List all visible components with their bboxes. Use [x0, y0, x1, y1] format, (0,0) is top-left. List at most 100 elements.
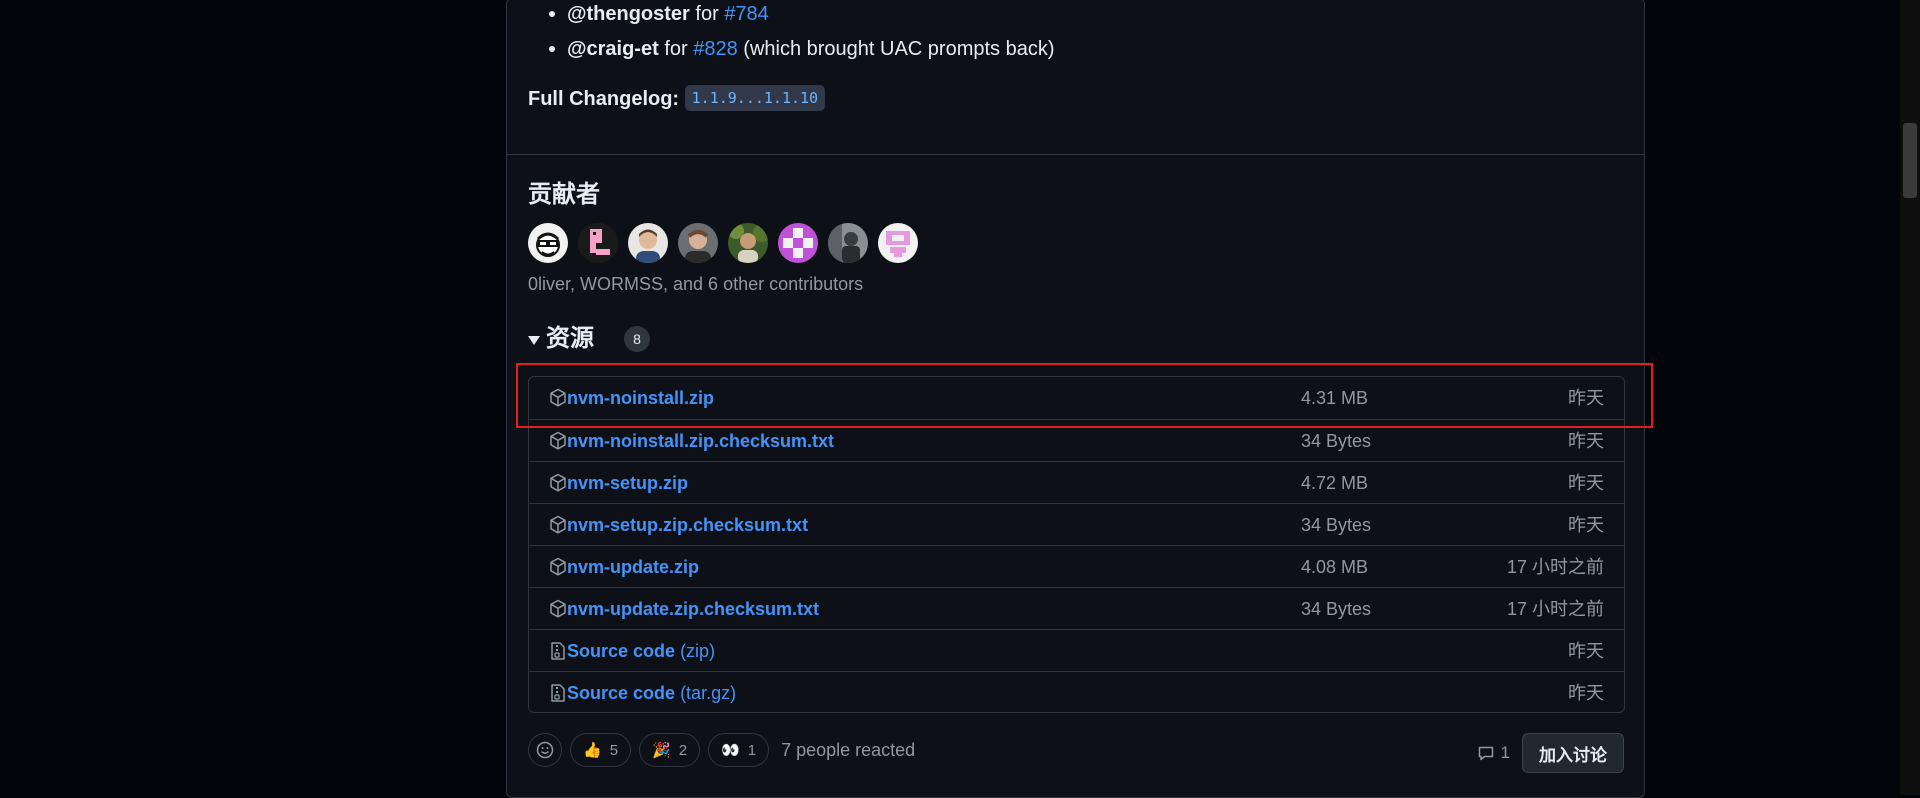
issue-link[interactable]: #784 — [724, 3, 769, 25]
asset-size: 4.31 MB — [1301, 388, 1369, 408]
avatar[interactable] — [578, 223, 618, 263]
full-changelog: Full Changelog: 1.1.9...1.1.10 — [528, 85, 826, 113]
party-popper-icon: 🎉 — [652, 741, 671, 759]
asset-date: 昨天 — [1568, 515, 1604, 535]
mention-connector: for — [664, 38, 688, 60]
asset-size: 34 Bytes — [1301, 599, 1372, 619]
asset-row: nvm-noinstall.zip 4.31 MB 昨天 — [529, 377, 1624, 419]
eyes-icon: 👀 — [721, 741, 740, 759]
reaction-eyes[interactable]: 👀 1 — [708, 733, 770, 767]
asset-row: Source code (zip) 昨天 — [529, 629, 1624, 671]
smiley-icon — [536, 741, 554, 759]
comment-icon — [1478, 746, 1493, 761]
package-icon — [549, 515, 567, 535]
mention-connector: for — [695, 3, 719, 25]
changelog-range-link[interactable]: 1.1.9...1.1.10 — [684, 85, 826, 111]
asset-download-link[interactable]: nvm-update.zip.checksum.txt — [567, 597, 819, 621]
asset-download-link[interactable]: nvm-setup.zip — [567, 471, 688, 495]
asset-size: 4.72 MB — [1301, 473, 1369, 493]
asset-download-link[interactable]: nvm-noinstall.zip — [567, 386, 714, 410]
reactions-bar: 👍 5 🎉 2 👀 1 7 people reacted — [528, 733, 915, 767]
asset-name: nvm-setup.zip.checksum.txt — [567, 515, 809, 535]
assets-list: nvm-noinstall.zip 4.31 MB 昨天 nvm-noinstall.… — [528, 376, 1625, 713]
asset-name: nvm-setup.zip — [567, 473, 689, 493]
asset-download-link[interactable]: nvm-setup.zip.checksum.txt — [567, 513, 808, 537]
mention-note: (which brought UAC prompts back) — [743, 38, 1055, 60]
asset-date: 昨天 — [1568, 431, 1604, 451]
asset-date: 昨天 — [1568, 683, 1604, 703]
reactions-summary: 7 people reacted — [781, 739, 916, 760]
reaction-count: 2 — [678, 741, 688, 759]
package-icon — [549, 473, 567, 493]
asset-name: nvm-update.zip — [567, 557, 700, 577]
avatar[interactable] — [828, 223, 868, 263]
file-zip-icon — [549, 683, 567, 703]
bullet — [549, 46, 555, 52]
avatar[interactable] — [878, 223, 918, 263]
changelog-label: Full Changelog: — [528, 88, 680, 110]
reaction-hooray[interactable]: 🎉 2 — [639, 733, 701, 767]
join-discussion-button[interactable]: 加入讨论 — [1522, 733, 1624, 773]
assets-toggle[interactable]: 资源 8 — [528, 323, 650, 355]
asset-name: nvm-noinstall.zip.checksum.txt — [567, 431, 835, 451]
asset-download-link[interactable]: nvm-noinstall.zip.checksum.txt — [567, 429, 834, 453]
asset-size: 34 Bytes — [1301, 515, 1372, 535]
asset-date: 昨天 — [1568, 641, 1604, 661]
asset-download-link[interactable]: Source code (tar.gz) — [567, 681, 736, 705]
asset-row: nvm-setup.zip 4.72 MB 昨天 — [529, 461, 1624, 503]
mention-item: @thengoster for #784 — [549, 1, 769, 27]
file-zip-icon — [549, 641, 567, 661]
asset-row: nvm-update.zip.checksum.txt 34 Bytes 17 小时… — [529, 587, 1624, 629]
discussion-area: 1 加入讨论 — [1477, 733, 1624, 773]
asset-size: 34 Bytes — [1301, 431, 1372, 451]
add-reaction-button[interactable] — [528, 733, 562, 767]
caret-down-icon — [528, 336, 540, 345]
comment-count: 1 — [1500, 743, 1510, 762]
asset-download-link[interactable]: Source code (zip) — [567, 639, 715, 663]
asset-date: 昨天 — [1568, 473, 1604, 493]
package-icon — [549, 557, 567, 577]
package-icon — [549, 599, 567, 619]
asset-row: Source code (tar.gz) 昨天 — [529, 671, 1624, 712]
avatar[interactable] — [728, 223, 768, 263]
comment-count-link[interactable]: 1 — [1477, 743, 1510, 763]
asset-download-link[interactable]: nvm-update.zip — [567, 555, 699, 579]
thumbs-up-icon: 👍 — [583, 741, 602, 759]
reaction-thumbs-up[interactable]: 👍 5 — [570, 733, 632, 767]
avatar[interactable] — [628, 223, 668, 263]
release-card: @thengoster for #784 @craig-et for #828 … — [506, 0, 1645, 798]
contributors-summary[interactable]: 0liver, WORMSS, and 6 other contributors — [528, 274, 863, 295]
contributor-avatars — [528, 223, 918, 263]
mention-user[interactable]: @craig-et — [567, 38, 659, 60]
asset-name: Source code — [567, 683, 676, 703]
contributors-heading: 贡献者 — [528, 181, 600, 208]
reaction-count: 1 — [747, 741, 757, 759]
bullet — [549, 11, 555, 17]
assets-count-badge: 8 — [624, 326, 650, 352]
asset-format: (zip) — [680, 641, 716, 661]
asset-date: 昨天 — [1568, 388, 1604, 408]
reaction-count: 5 — [609, 741, 619, 759]
scrollbar-thumb[interactable] — [1903, 123, 1917, 198]
asset-name: Source code — [567, 641, 676, 661]
asset-date: 17 小时之前 — [1506, 557, 1604, 577]
avatar[interactable] — [528, 223, 568, 263]
asset-name: nvm-noinstall.zip — [567, 388, 715, 408]
asset-size: 4.08 MB — [1301, 557, 1369, 577]
asset-row: nvm-update.zip 4.08 MB 17 小时之前 — [529, 545, 1624, 587]
assets-heading: 资源 — [546, 325, 594, 352]
asset-name: nvm-update.zip.checksum.txt — [567, 599, 820, 619]
asset-date: 17 小时之前 — [1506, 599, 1604, 619]
mention-user[interactable]: @thengoster — [567, 3, 690, 25]
package-icon — [549, 388, 567, 408]
issue-link[interactable]: #828 — [693, 38, 738, 60]
asset-row: nvm-noinstall.zip.checksum.txt 34 Bytes 昨天 — [529, 419, 1624, 461]
asset-row: nvm-setup.zip.checksum.txt 34 Bytes 昨天 — [529, 503, 1624, 545]
divider — [507, 154, 1644, 155]
scrollbar[interactable] — [1900, 0, 1920, 795]
avatar[interactable] — [778, 223, 818, 263]
package-icon — [549, 431, 567, 451]
asset-format: (tar.gz) — [680, 683, 737, 703]
mention-item: @craig-et for #828 (which brought UAC pr… — [549, 36, 1055, 62]
avatar[interactable] — [678, 223, 718, 263]
